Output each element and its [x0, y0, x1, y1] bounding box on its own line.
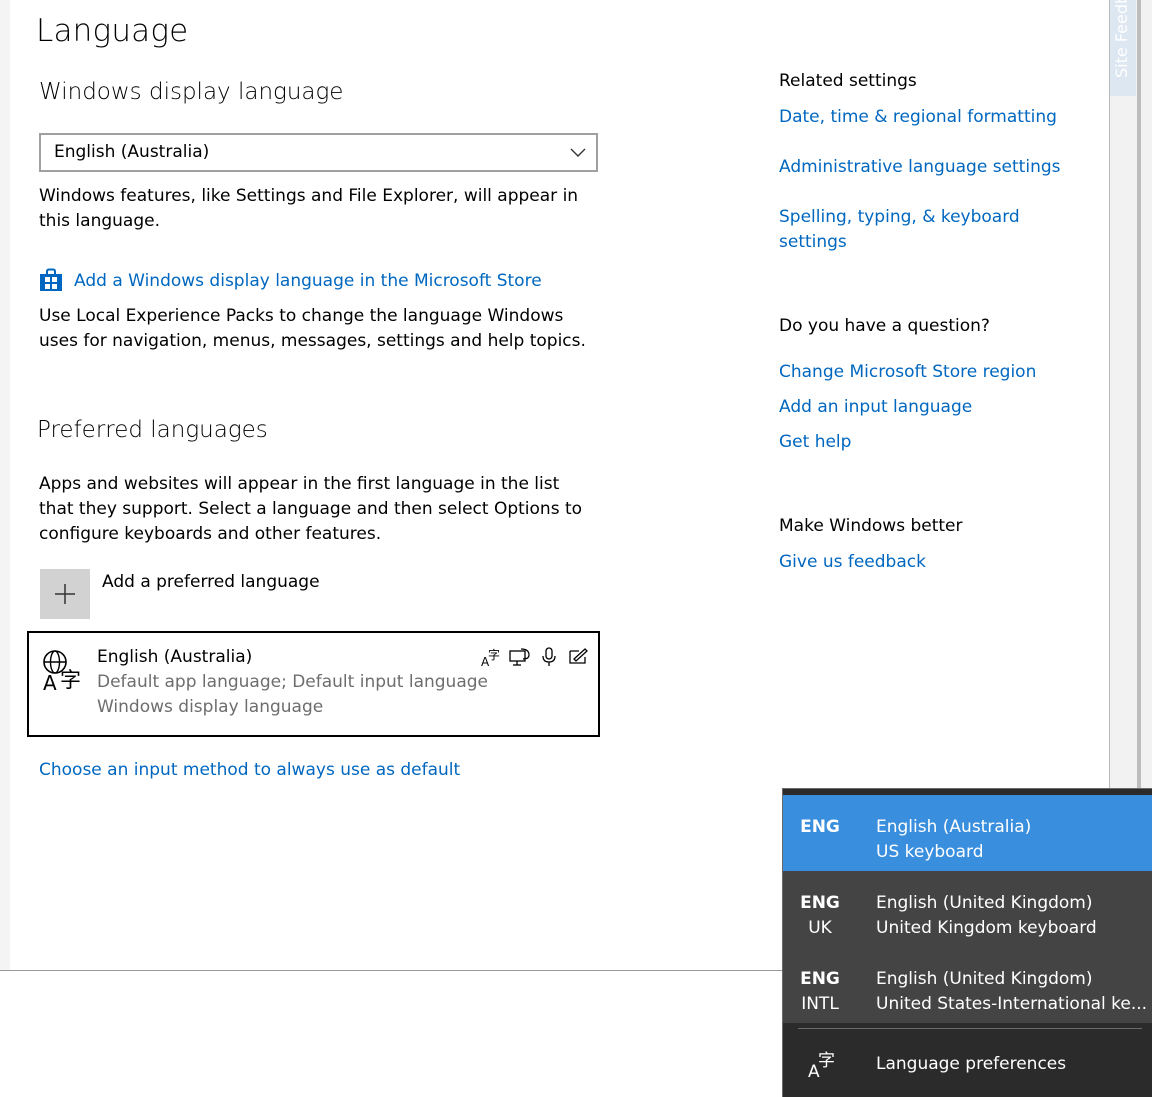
chevron-down-icon: [570, 143, 586, 163]
preferred-languages-heading: Preferred languages: [37, 417, 268, 443]
flyout-item-subcode: INTL: [801, 994, 839, 1014]
site-feedback-tab[interactable]: Site Feedback: [1110, 0, 1136, 96]
display-language-heading: Windows display language: [39, 79, 344, 105]
flyout-item-english-australia[interactable]: ENG English (Australia) US keyboard: [783, 795, 1152, 871]
left-pane-edge: [0, 0, 10, 970]
flyout-item-english-uk[interactable]: ENG UK English (United Kingdom) United K…: [783, 871, 1152, 947]
display-language-description: Windows features, like Settings and File…: [39, 186, 579, 231]
get-help-link[interactable]: Get help: [779, 430, 851, 455]
svg-text:A: A: [43, 671, 57, 693]
add-input-language-link[interactable]: Add an input language: [779, 395, 972, 420]
language-preferences-label: Language preferences: [876, 1054, 1067, 1074]
flyout-item-subcode: UK: [808, 918, 832, 938]
date-time-regional-link[interactable]: Date, time & regional formatting: [779, 105, 1057, 130]
default-input-method-link[interactable]: Choose an input method to always use as …: [39, 758, 460, 783]
site-feedback-label: Site Feedback: [1112, 0, 1131, 78]
flyout-item-language: English (United Kingdom): [876, 893, 1093, 913]
store-description: Use Local Experience Packs to change the…: [39, 306, 586, 351]
svg-text:字: 字: [818, 1051, 835, 1071]
language-name: English (Australia): [97, 647, 253, 667]
flyout-item-language: English (United Kingdom): [876, 969, 1093, 989]
svg-text:字: 字: [488, 647, 500, 662]
flyout-item-english-uk-intl[interactable]: ENG INTL English (United Kingdom) United…: [783, 947, 1152, 1023]
scrollbar[interactable]: [1110, 0, 1152, 788]
language-status-line-2: Windows display language: [97, 697, 324, 717]
flyout-divider: [798, 1028, 1142, 1029]
store-language-link[interactable]: Add a Windows display language in the Mi…: [74, 269, 542, 294]
add-language-label[interactable]: Add a preferred language: [102, 570, 320, 595]
handwriting-icon: [567, 647, 588, 667]
plus-icon: [54, 583, 76, 609]
flyout-item-keyboard: US keyboard: [876, 842, 984, 862]
question-heading: Do you have a question?: [779, 316, 990, 336]
language-status-line-1: Default app language; Default input lang…: [97, 672, 488, 692]
flyout-item-code: ENG: [800, 893, 840, 913]
flyout-item-language: English (Australia): [876, 817, 1032, 837]
add-language-button[interactable]: [40, 569, 90, 619]
language-preferences-item[interactable]: A 字 Language preferences: [783, 1035, 1152, 1097]
store-bag-icon: [39, 268, 63, 296]
microphone-icon: [539, 647, 559, 667]
language-icon: A 字: [41, 649, 85, 697]
display-language-dropdown[interactable]: English (Australia): [39, 133, 598, 172]
give-feedback-link[interactable]: Give us feedback: [779, 550, 926, 575]
related-settings-heading: Related settings: [779, 71, 917, 91]
svg-text:字: 字: [60, 668, 81, 692]
spelling-typing-keyboard-link[interactable]: Spelling, typing, & keyboard settings: [779, 205, 1039, 255]
flyout-item-code: ENG: [800, 969, 840, 989]
display-language-value: English (Australia): [54, 142, 210, 162]
make-windows-better-heading: Make Windows better: [779, 516, 963, 536]
page-title: Language: [36, 13, 189, 49]
change-store-region-link[interactable]: Change Microsoft Store region: [779, 360, 1036, 385]
input-language-flyout: ENG English (Australia) US keyboard ENG …: [782, 788, 1152, 1097]
preferred-languages-description: Apps and websites will appear in the fir…: [39, 474, 583, 544]
scrollbar-thumb[interactable]: [1137, 0, 1141, 788]
flyout-item-code: ENG: [800, 817, 840, 837]
display-language-feature-icon: A 字: [481, 647, 501, 669]
language-preferences-icon: A 字: [807, 1049, 837, 1083]
flyout-item-keyboard: United Kingdom keyboard: [876, 918, 1097, 938]
administrative-language-link[interactable]: Administrative language settings: [779, 155, 1061, 180]
language-list-item[interactable]: A 字 English (Australia) Default app lang…: [27, 631, 600, 737]
flyout-item-keyboard: United States-International ke...: [876, 994, 1148, 1014]
text-to-speech-feature-icon: [509, 647, 530, 667]
